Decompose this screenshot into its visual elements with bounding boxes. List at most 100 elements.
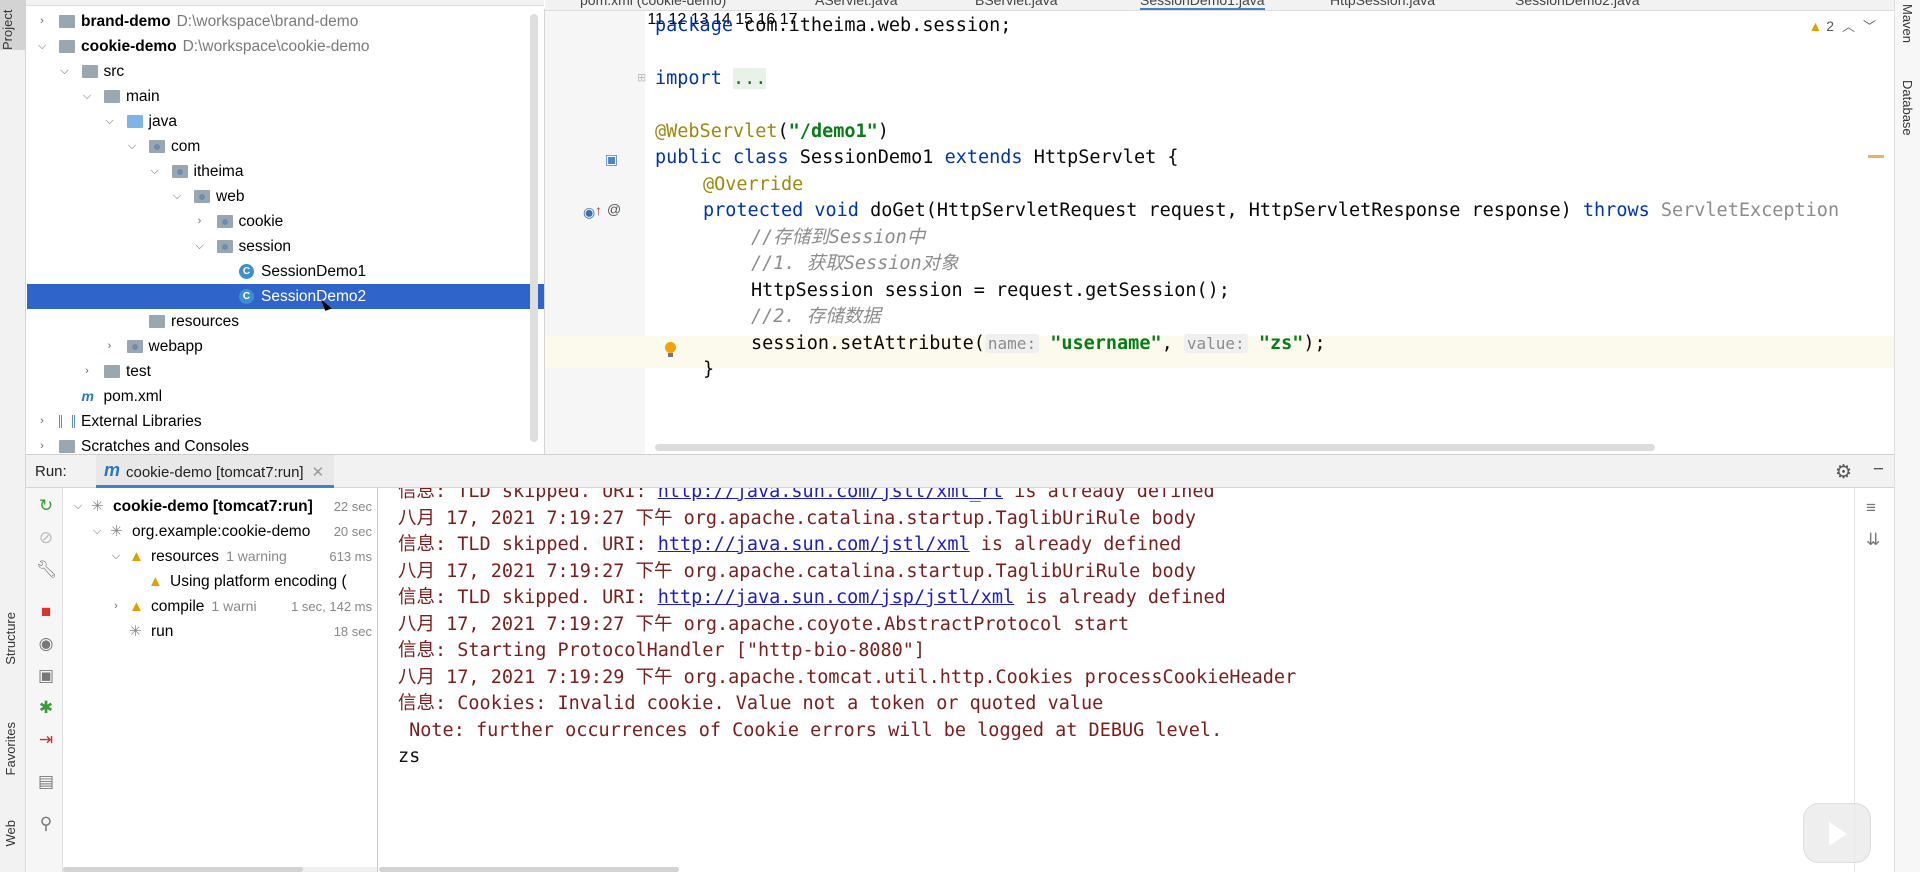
chevron-down-icon[interactable]: ⌵ xyxy=(125,134,139,159)
code-editor[interactable]: 1 2 3 7 8 9 10 11 12 13 14 15 16 17 ▣ ◉ … xyxy=(545,11,1894,454)
tree-item-sessiondemo1[interactable]: C SessionDemo1 xyxy=(27,259,544,284)
build-tree-item[interactable]: ▲ Using platform encoding ( xyxy=(63,569,377,594)
error-stripe-marker[interactable] xyxy=(1868,155,1884,158)
tree-item-label: External Libraries xyxy=(81,413,202,430)
chevron-down-icon[interactable]: ⌵ xyxy=(170,184,184,209)
chevron-right-icon[interactable]: › xyxy=(80,359,94,384)
chevron-down-icon[interactable]: ⌵ xyxy=(58,59,72,84)
tree-item-cookie[interactable]: › cookie xyxy=(27,209,544,234)
chevron-down-icon[interactable]: ⌵ xyxy=(80,84,94,109)
console-link[interactable]: http://java.sun.com/jstl/xml_rt xyxy=(658,488,1003,502)
chevron-down-icon[interactable]: ﹀ xyxy=(1863,19,1884,34)
chevron-right-icon[interactable]: › xyxy=(193,209,207,234)
tree-item-com[interactable]: ⌵ com xyxy=(27,134,544,159)
chevron-down-icon[interactable]: ⌵ xyxy=(103,109,117,134)
implements-arrow-icon[interactable]: ↑ xyxy=(595,202,602,218)
wrench-icon[interactable]: 🔧︎ xyxy=(36,560,58,580)
console-horizontal-scrollbar[interactable] xyxy=(379,867,679,872)
project-tool-tab[interactable]: Project xyxy=(0,0,26,50)
chevron-right-icon[interactable]: › xyxy=(35,434,49,454)
tree-item-session[interactable]: ⌵ session xyxy=(27,234,544,259)
chevron-down-icon[interactable]: ⌵ xyxy=(109,544,123,569)
build-tree-item[interactable]: ⌵ ✳ org.example:cookie-demo 20 sec xyxy=(63,519,377,544)
tree-item-java[interactable]: ⌵ java xyxy=(27,109,544,134)
editor-tab[interactable]: AServlet.java xyxy=(815,0,897,8)
override-gutter-icon[interactable]: ◉ xyxy=(583,204,595,221)
close-icon[interactable]: ✕ xyxy=(312,464,325,481)
inspection-widget[interactable]: ▲ 2 xyxy=(1808,18,1834,34)
tree-item-cookie-demo[interactable]: ⌵ cookie-demo D:\workspace\cookie-demo xyxy=(27,34,544,59)
web-tool-tab[interactable]: Web xyxy=(3,820,18,847)
tree-item-scratches-and-consoles[interactable]: › Scratches and Consoles xyxy=(27,434,544,454)
chevron-right-icon[interactable]: › xyxy=(35,9,49,34)
tree-item-web[interactable]: ⌵ web xyxy=(27,184,544,209)
tree-item-test[interactable]: › test xyxy=(27,359,544,384)
folded-imports[interactable]: ... xyxy=(732,68,767,89)
debug-icon[interactable]: ✱ xyxy=(36,698,56,718)
run-console[interactable]: 信息: TLD skipped. URI: http://java.sun.co… xyxy=(379,488,1854,872)
tree-item-webapp[interactable]: › webapp xyxy=(27,334,544,359)
tree-item-label: com xyxy=(171,138,201,155)
camera-icon[interactable]: ▣ xyxy=(36,666,56,686)
chevron-down-icon[interactable]: ⌵ xyxy=(71,494,85,519)
chevron-up-icon[interactable]: ︿ xyxy=(1842,19,1863,34)
tree-item-resources[interactable]: resources xyxy=(27,309,544,334)
chevron-down-icon[interactable]: ⌵ xyxy=(193,234,207,259)
minimize-icon[interactable]: − xyxy=(1873,459,1884,481)
toggle-skip-tests-icon[interactable]: ⊘ xyxy=(36,528,56,548)
package-icon xyxy=(171,165,188,178)
rerun-icon[interactable]: ↻ xyxy=(36,496,56,516)
tree-item-brand-demo[interactable]: › brand-demo D:\workspace\brand-demo xyxy=(27,9,544,34)
tree-item-itheima[interactable]: ⌵ itheima xyxy=(27,159,544,184)
build-tree-item[interactable]: › ▲ compile 1 warni 1 sec, 142 ms xyxy=(63,594,377,619)
editor-tab[interactable]: HttpSession.java xyxy=(1330,0,1435,8)
build-tree-item[interactable]: ⌵ ✳ cookie-demo [tomcat7:run] 22 sec xyxy=(63,494,377,519)
play-overlay-icon[interactable] xyxy=(1803,803,1871,863)
fold-icon[interactable]: ⊞ xyxy=(637,71,646,84)
tree-item-pom-xml[interactable]: m pom.xml xyxy=(27,384,544,409)
tree-item-src[interactable]: ⌵ src xyxy=(27,59,544,84)
favorites-tool-tab[interactable]: Favorites xyxy=(3,722,18,775)
chevron-down-icon[interactable]: ⌵ xyxy=(35,34,49,59)
build-tree-scrollbar[interactable] xyxy=(63,867,377,872)
exit-icon[interactable]: ⇥ xyxy=(36,730,56,750)
layout-icon[interactable]: ▤ xyxy=(36,772,56,792)
pin-icon[interactable]: ⚲ xyxy=(36,814,56,834)
library-icon xyxy=(59,415,75,428)
gear-icon[interactable]: ⚙ xyxy=(1835,461,1852,484)
chevron-right-icon[interactable]: › xyxy=(109,594,123,619)
run-config-tab[interactable]: m cookie-demo [tomcat7:run] ✕ xyxy=(96,455,335,488)
stop-icon[interactable]: ■ xyxy=(36,602,56,622)
tree-item-external-libraries[interactable]: › External Libraries xyxy=(27,409,544,434)
chevron-down-icon[interactable]: ⌵ xyxy=(148,159,162,184)
chevron-right-icon[interactable]: › xyxy=(35,409,49,434)
project-scrollbar[interactable] xyxy=(530,14,538,442)
structure-tool-tab[interactable]: Structure xyxy=(3,612,18,665)
tree-item-main[interactable]: ⌵ main xyxy=(27,84,544,109)
editor-horizontal-scrollbar[interactable] xyxy=(655,444,1655,451)
console-link[interactable]: http://java.sun.com/jstl/xml xyxy=(658,534,970,555)
servlet-gutter-icon[interactable]: ▣ xyxy=(605,151,618,168)
editor-tab[interactable]: pom.xml (cookie-demo) xyxy=(580,0,726,8)
chevron-down-icon[interactable]: ⌵ xyxy=(90,519,104,544)
inspection-nav[interactable]: ︿﹀ xyxy=(1842,16,1884,35)
database-tool-tab[interactable]: Database xyxy=(1900,80,1915,136)
folder-icon xyxy=(59,40,75,53)
maven-tool-tab[interactable]: Maven xyxy=(1900,4,1915,43)
editor-tab[interactable]: BServlet.java xyxy=(975,0,1057,8)
scroll-to-end-icon[interactable]: ⇊ xyxy=(1866,530,1880,550)
build-tree-item[interactable]: ⌵ ▲ resources 1 warning 613 ms xyxy=(63,544,377,569)
build-tree-item[interactable]: ✳ run 18 sec xyxy=(63,619,377,644)
build-tree-label: run xyxy=(151,623,174,640)
duration: 1 sec, 142 ms xyxy=(288,594,372,619)
eye-icon[interactable]: ◉ xyxy=(36,634,56,654)
console-link[interactable]: http://java.sun.com/jsp/jstl/xml xyxy=(658,587,1014,608)
lightbulb-icon[interactable] xyxy=(663,342,677,360)
editor-tab[interactable]: SessionDemo2.java xyxy=(1515,0,1640,8)
warning-icon: ▲ xyxy=(129,548,144,565)
tree-item-sessiondemo2[interactable]: C SessionDemo2 xyxy=(27,284,544,309)
chevron-right-icon[interactable]: › xyxy=(103,334,117,359)
annotation-gutter-icon[interactable]: @ xyxy=(607,201,621,217)
editor-tab[interactable]: SessionDemo1.java xyxy=(1140,0,1265,10)
soft-wrap-icon[interactable]: ≡ xyxy=(1866,498,1876,518)
